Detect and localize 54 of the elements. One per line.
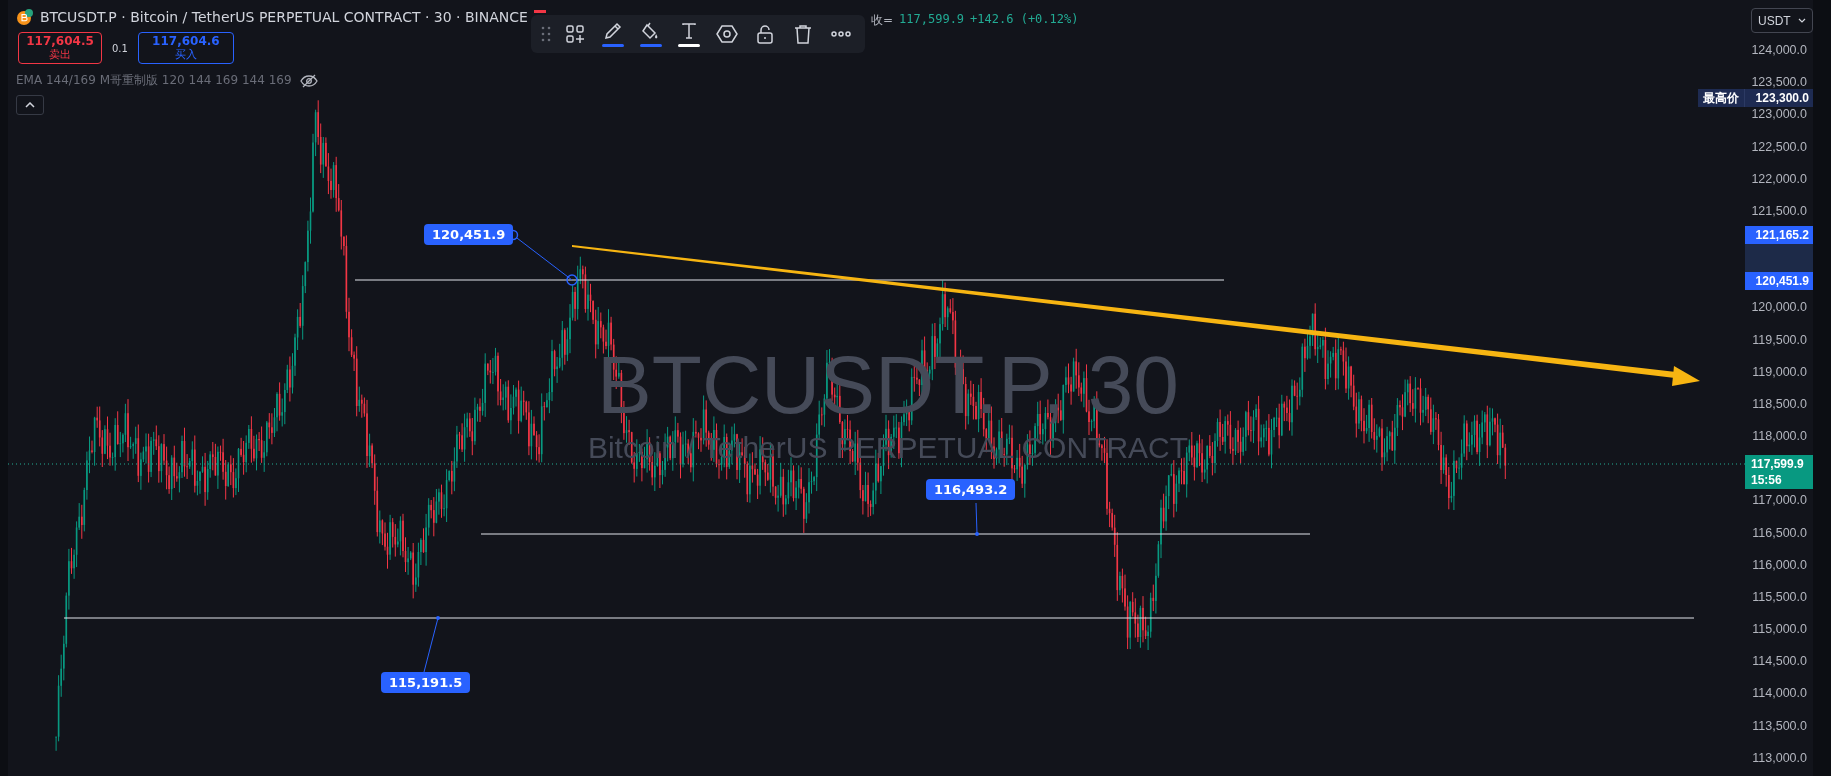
price-tag: 123,300.0 [1745, 89, 1813, 107]
leader-line [975, 502, 979, 536]
price-label: 115,191.5 [381, 672, 471, 693]
text-icon [679, 21, 699, 41]
axis-label: 117,000.0 [1751, 493, 1808, 508]
coin-icon [16, 8, 34, 26]
axis-label: 122,500.0 [1750, 139, 1808, 154]
trash-icon [794, 24, 812, 44]
axis-label: 122,000.0 [1750, 171, 1808, 186]
chevron-down-icon [1798, 18, 1806, 23]
axis-label: 114,000.0 [1751, 686, 1808, 701]
axis-label: 113,000.0 [1751, 750, 1808, 765]
countdown: 15:56 [1751, 472, 1782, 488]
axis-label: 118,500.0 [1751, 396, 1808, 411]
currency-dropdown[interactable]: USDT [1751, 8, 1813, 33]
drag-handle-icon [541, 25, 551, 43]
axis-label: 119,500.0 [1751, 332, 1808, 347]
indicator-label[interactable]: EMA 144/169 M哥重制版 120 144 169 144 169 [16, 72, 292, 89]
axis-label: 123,000.0 [1750, 107, 1808, 122]
settings-icon [716, 24, 738, 44]
axis-label: 116,000.0 [1751, 557, 1808, 572]
axis-label: 116,500.0 [1751, 525, 1808, 540]
unlock-icon [756, 24, 774, 44]
sell-button[interactable]: 117,604.5 卖出 [18, 32, 102, 64]
caret-up-icon [25, 102, 35, 108]
axis-label: 123,500.0 [1750, 75, 1808, 90]
axis-label: 115,500.0 [1751, 589, 1808, 604]
axis-label: 119,000.0 [1751, 364, 1808, 379]
collapse-button[interactable] [16, 95, 44, 115]
close-value: 117,599.9 [899, 12, 965, 28]
grid-plus-icon [565, 24, 585, 44]
axis-label: 115,000.0 [1751, 622, 1808, 637]
axis-label: 114,500.0 [1751, 654, 1808, 669]
axis-label: 121,500.0 [1750, 203, 1808, 218]
pencil-icon [603, 21, 623, 41]
leader-line [423, 616, 440, 673]
status-icon [533, 9, 546, 13]
eye-off-icon[interactable] [299, 73, 318, 88]
axis-label: 124,000.0 [1750, 43, 1808, 57]
buy-button[interactable]: 117,604.6 买入 [137, 32, 234, 64]
more-icon [831, 31, 851, 37]
price-tag: 120,451.9 [1745, 272, 1813, 290]
spread-value: 0.1 [112, 42, 128, 54]
axis-label: 120,000.0 [1750, 300, 1808, 315]
axis-label: 118,000.0 [1751, 429, 1808, 444]
price-change: +142.6 (+0.12%) [970, 12, 1079, 28]
last-price: 117,599.9 [1751, 456, 1804, 472]
axis-label: 113,500.0 [1751, 718, 1808, 733]
price-label: 120,451.9 [424, 224, 514, 245]
close-label: 收= [871, 12, 894, 29]
high-caption: 最高价 [1698, 89, 1745, 107]
price-tag: 121,165.2 [1745, 226, 1813, 244]
symbol-title: BTCUSDT.P · Bitcoin / TetherUS PERPETUAL CONTRACT · 30 · BINANCE [40, 9, 528, 25]
price-label: 116,493.2 [926, 479, 1016, 500]
